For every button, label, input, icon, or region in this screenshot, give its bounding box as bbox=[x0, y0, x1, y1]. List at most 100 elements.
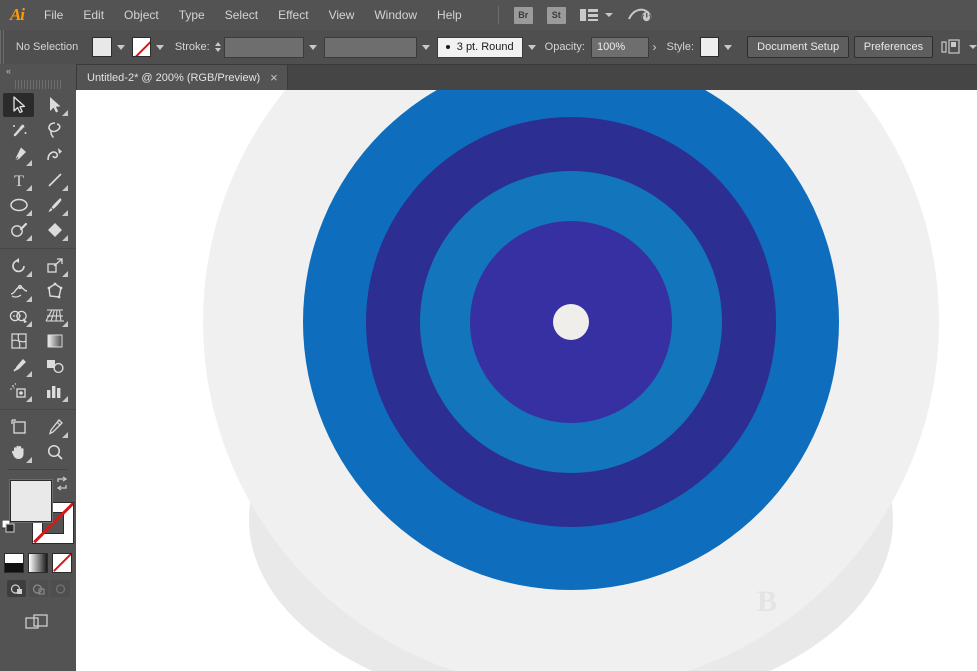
tools-panel-grip[interactable] bbox=[15, 80, 61, 89]
opacity-flyout-chevron-icon[interactable]: › bbox=[653, 40, 657, 54]
fill-swatch[interactable] bbox=[92, 37, 112, 57]
watermark: B bbox=[756, 585, 777, 618]
menu-select[interactable]: Select bbox=[215, 0, 268, 30]
direct-selection-tool[interactable] bbox=[39, 93, 70, 117]
brush-definition-select[interactable]: 3 pt. Round bbox=[436, 36, 523, 58]
chevron-down-icon bbox=[604, 13, 613, 17]
artwork-concentric-circles bbox=[203, 90, 939, 671]
menu-type[interactable]: Type bbox=[169, 0, 215, 30]
artboard-tool[interactable] bbox=[3, 415, 34, 439]
perspective-grid-tool[interactable] bbox=[39, 304, 70, 328]
rotate-tool[interactable] bbox=[3, 254, 34, 278]
stroke-swatch[interactable] bbox=[131, 37, 151, 57]
stroke-weight-input[interactable] bbox=[223, 36, 305, 58]
brush-definition-value: 3 pt. Round bbox=[456, 41, 514, 53]
color-mode-buttons bbox=[0, 553, 76, 573]
drawing-mode-behind[interactable] bbox=[28, 580, 48, 597]
slice-tool[interactable] bbox=[39, 415, 70, 439]
opacity-input[interactable]: 100% bbox=[591, 36, 649, 58]
column-graph-tool[interactable] bbox=[39, 379, 70, 403]
mesh-tool[interactable] bbox=[3, 329, 34, 353]
menu-divider bbox=[497, 6, 499, 24]
zoom-tool[interactable] bbox=[39, 440, 70, 464]
scale-tool[interactable] bbox=[39, 254, 70, 278]
width-tool[interactable] bbox=[3, 279, 34, 303]
align-chevron-down-icon bbox=[968, 45, 977, 49]
tool-divider-2 bbox=[0, 409, 76, 410]
menu-effect[interactable]: Effect bbox=[268, 0, 318, 30]
document-tab[interactable]: Untitled-2* @ 200% (RGB/Preview) × bbox=[76, 65, 288, 90]
tool-divider bbox=[0, 248, 76, 249]
drawing-mode-buttons bbox=[0, 580, 76, 597]
menu-window[interactable]: Window bbox=[364, 0, 427, 30]
document-tab-title: Untitled-2* @ 200% (RGB/Preview) bbox=[87, 71, 261, 84]
magic-wand-tool[interactable] bbox=[3, 118, 34, 142]
collapse-panel-button[interactable]: « bbox=[0, 64, 76, 78]
blend-tool[interactable] bbox=[39, 354, 70, 378]
graphic-style-swatch[interactable] bbox=[700, 37, 720, 57]
tool-grid: T bbox=[0, 93, 76, 465]
bridge-button[interactable]: Br bbox=[513, 6, 533, 24]
stroke-label: Stroke: bbox=[174, 41, 210, 53]
variable-width-profile-input[interactable] bbox=[324, 36, 417, 58]
hand-tool[interactable] bbox=[3, 440, 34, 464]
canvas-area[interactable]: B bbox=[76, 90, 977, 671]
menu-edit[interactable]: Edit bbox=[73, 0, 114, 30]
shaper-tool[interactable] bbox=[3, 218, 34, 242]
selection-status: No Selection bbox=[15, 41, 79, 53]
arrange-documents-icon[interactable] bbox=[579, 8, 613, 22]
control-bar: No Selection Stroke: 3 pt. Round Opacity… bbox=[0, 30, 977, 65]
preferences-button[interactable]: Preferences bbox=[853, 36, 934, 58]
symbol-sprayer-tool[interactable] bbox=[3, 379, 34, 403]
gradient-tool[interactable] bbox=[39, 329, 70, 353]
fill-dropdown-chevron-icon[interactable] bbox=[116, 44, 125, 50]
curvature-tool[interactable] bbox=[39, 143, 70, 167]
illustrator-window: Ai File Edit Object Type Select Effect V… bbox=[0, 0, 977, 671]
drawing-mode-normal[interactable] bbox=[6, 580, 26, 597]
menu-view[interactable]: View bbox=[319, 0, 365, 30]
workspace-switcher-icon[interactable] bbox=[627, 6, 653, 24]
menu-bar: Ai File Edit Object Type Select Effect V… bbox=[0, 0, 977, 31]
document-tab-bar: Untitled-2* @ 200% (RGB/Preview) × bbox=[76, 65, 977, 90]
style-label: Style: bbox=[666, 41, 695, 53]
brush-definition-chevron-icon[interactable] bbox=[527, 44, 536, 50]
color-mode-color[interactable] bbox=[4, 553, 24, 573]
ellipse-tool[interactable] bbox=[3, 193, 34, 217]
tool-divider-3 bbox=[8, 469, 68, 470]
free-transform-tool[interactable] bbox=[39, 279, 70, 303]
menu-help[interactable]: Help bbox=[427, 0, 472, 30]
lasso-tool[interactable] bbox=[39, 118, 70, 142]
stroke-dropdown-chevron-icon[interactable] bbox=[155, 44, 164, 50]
stock-button[interactable]: St bbox=[546, 6, 566, 24]
menu-object[interactable]: Object bbox=[114, 0, 169, 30]
menu-file[interactable]: File bbox=[34, 0, 73, 30]
paintbrush-tool[interactable] bbox=[39, 193, 70, 217]
default-fill-stroke-icon[interactable] bbox=[1, 519, 16, 534]
opacity-label: Opacity: bbox=[544, 41, 585, 53]
stroke-weight-stepper[interactable] bbox=[214, 42, 221, 52]
color-mode-gradient[interactable] bbox=[28, 553, 48, 573]
eyedropper-tool[interactable] bbox=[3, 354, 34, 378]
align-to-artboard-icon[interactable] bbox=[941, 39, 977, 55]
svg-text:T: T bbox=[14, 173, 24, 189]
tools-panel: « T bbox=[0, 64, 77, 671]
style-chevron-icon[interactable] bbox=[724, 44, 733, 50]
stroke-weight-chevron-icon[interactable] bbox=[309, 44, 318, 50]
control-bar-grip[interactable] bbox=[0, 30, 4, 64]
brush-dot-icon bbox=[445, 45, 450, 49]
fill-color-box[interactable] bbox=[10, 480, 52, 522]
selection-tool[interactable] bbox=[3, 93, 34, 117]
swap-fill-stroke-icon[interactable] bbox=[54, 476, 70, 492]
type-tool[interactable]: T bbox=[3, 168, 34, 192]
pen-tool[interactable] bbox=[3, 143, 34, 167]
shape-builder-tool[interactable] bbox=[3, 304, 34, 328]
eraser-tool[interactable] bbox=[39, 218, 70, 242]
change-screen-mode-icon[interactable] bbox=[0, 613, 76, 633]
color-mode-none[interactable] bbox=[52, 553, 72, 573]
app-logo-icon: Ai bbox=[9, 5, 25, 24]
variable-width-chevron-icon[interactable] bbox=[421, 44, 430, 50]
document-setup-button[interactable]: Document Setup bbox=[747, 36, 850, 58]
line-segment-tool[interactable] bbox=[39, 168, 70, 192]
close-icon[interactable]: × bbox=[270, 71, 278, 84]
drawing-mode-inside[interactable] bbox=[50, 580, 70, 597]
